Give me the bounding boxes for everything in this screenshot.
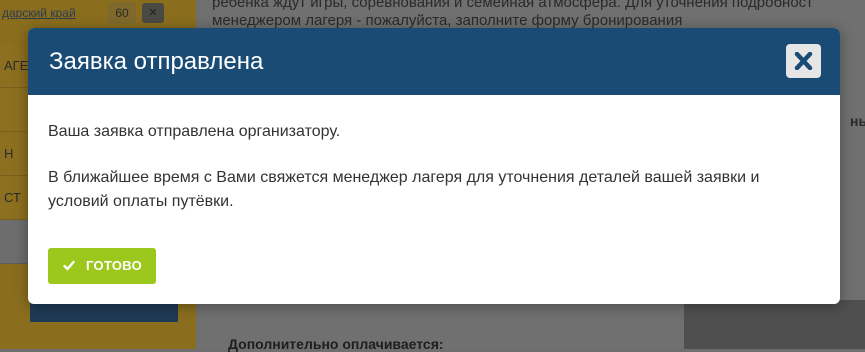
manager-contact-text: В ближайшее время с Вами свяжется менедж… bbox=[48, 169, 760, 210]
modal-title: Заявка отправлена bbox=[49, 48, 264, 75]
background-heading: Дополнительно оплачивается: bbox=[228, 336, 444, 352]
background-cut-text: ны bbox=[850, 113, 865, 129]
done-button[interactable]: ГОТОВО bbox=[48, 248, 156, 284]
done-button-label: ГОТОВО bbox=[86, 258, 143, 273]
confirmation-text: Ваша заявка отправлена организатору. bbox=[48, 123, 341, 140]
remove-filter-icon: ✕ bbox=[142, 3, 164, 23]
modal-header: Заявка отправлена bbox=[28, 28, 840, 95]
background-text-line: ребенка ждут игры, соревнования и семейн… bbox=[212, 0, 814, 11]
close-x-icon bbox=[794, 52, 813, 70]
region-link: дарский край bbox=[2, 6, 76, 20]
region-count: 60 bbox=[108, 2, 136, 24]
background-photo bbox=[684, 300, 865, 349]
confirmation-modal: Заявка отправлена Ваша заявка отправлена… bbox=[28, 28, 840, 304]
check-icon bbox=[63, 260, 75, 271]
close-button[interactable] bbox=[786, 44, 821, 78]
